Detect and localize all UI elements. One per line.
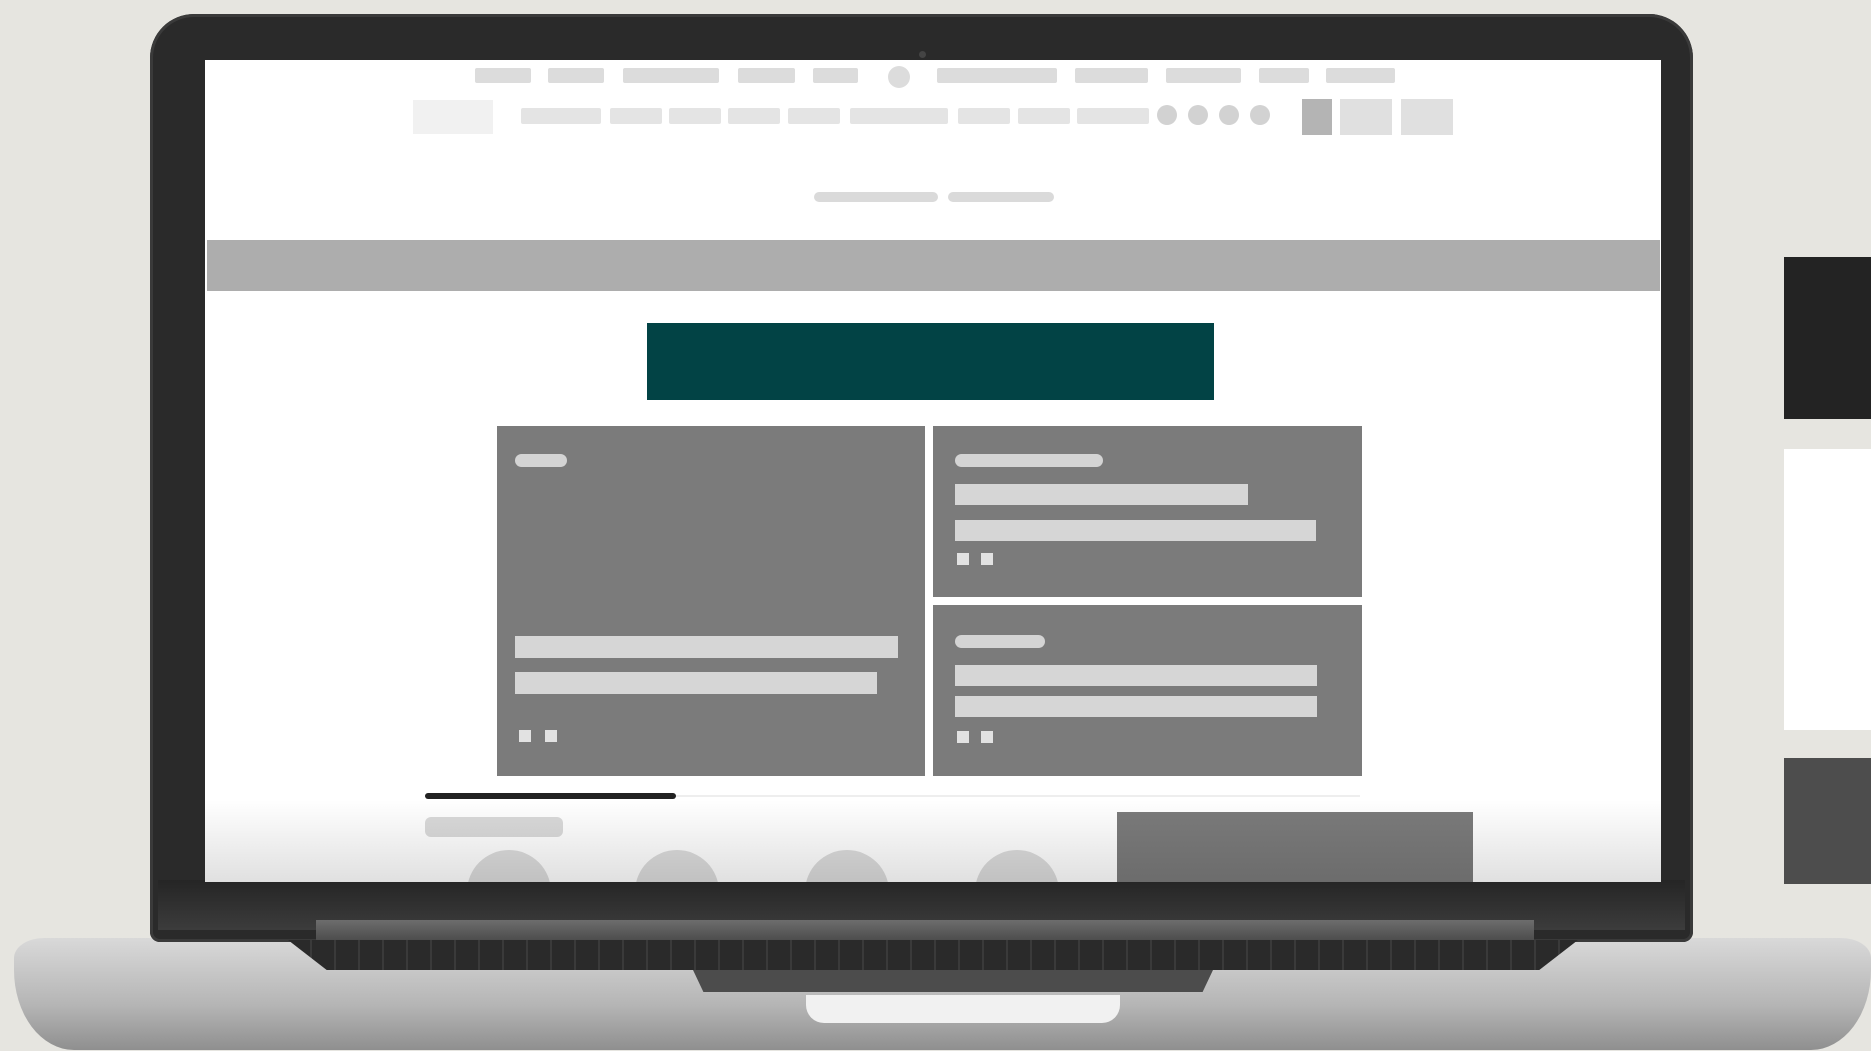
featured-card-large[interactable] [497, 426, 925, 776]
category-circle[interactable] [805, 850, 889, 882]
top-nav-link[interactable] [1259, 68, 1309, 83]
laptop-hinge [316, 920, 1534, 942]
swatch-white [1784, 449, 1871, 730]
social-icon[interactable] [1250, 105, 1270, 125]
card-tag [955, 635, 1045, 648]
laptop-trackpad [693, 970, 1213, 992]
webcam [919, 51, 926, 58]
section-label [425, 817, 563, 837]
search-icon[interactable] [1340, 99, 1392, 135]
top-nav-link[interactable] [937, 68, 1057, 83]
promo-band[interactable] [207, 240, 1660, 291]
social-icon[interactable] [1157, 105, 1177, 125]
card-tag [515, 454, 567, 467]
card-title-line [955, 484, 1248, 505]
card-meta-icon [981, 731, 993, 743]
card-title-line [515, 672, 877, 694]
main-nav-link[interactable] [850, 108, 948, 124]
social-icon[interactable] [1219, 105, 1239, 125]
top-nav-link[interactable] [1326, 68, 1395, 83]
page-subheading [948, 192, 1054, 202]
top-nav-link[interactable] [548, 68, 604, 83]
social-icon[interactable] [1188, 105, 1208, 125]
card-title-line [955, 696, 1317, 717]
main-nav-link[interactable] [669, 108, 721, 124]
card-meta-icon [519, 730, 531, 742]
laptop-notch [806, 995, 1120, 1023]
main-nav-link[interactable] [521, 108, 601, 124]
main-nav-link[interactable] [1018, 108, 1070, 124]
website-screen [205, 60, 1661, 882]
category-circle[interactable] [635, 850, 719, 882]
card-title-line [515, 636, 898, 658]
laptop-keyboard [288, 940, 1578, 970]
top-nav-link[interactable] [475, 68, 531, 83]
top-nav-link[interactable] [1166, 68, 1241, 83]
swatch-dark-gray [1784, 758, 1871, 884]
card-tag [955, 454, 1103, 467]
category-circle[interactable] [975, 850, 1059, 882]
page-heading [814, 192, 938, 202]
card-meta-icon [981, 553, 993, 565]
main-nav-link[interactable] [788, 108, 840, 124]
main-nav-link[interactable] [610, 108, 662, 124]
cart-icon[interactable] [1401, 99, 1453, 135]
side-panel[interactable] [1117, 812, 1473, 882]
card-title-line [955, 520, 1316, 541]
featured-card-top[interactable] [933, 426, 1362, 597]
main-nav-link[interactable] [1077, 108, 1149, 124]
tab-active-indicator[interactable] [425, 793, 676, 799]
card-meta-icon [545, 730, 557, 742]
main-nav-link[interactable] [728, 108, 780, 124]
card-title-line [955, 665, 1317, 686]
top-nav-link[interactable] [623, 68, 719, 83]
top-nav-link[interactable] [1075, 68, 1148, 83]
card-meta-icon [957, 731, 969, 743]
site-logo[interactable] [413, 100, 493, 134]
circle-icon[interactable] [888, 66, 910, 88]
featured-card-bottom[interactable] [933, 605, 1362, 776]
hero-banner[interactable] [647, 323, 1214, 400]
card-meta-icon [957, 553, 969, 565]
swatch-black [1784, 257, 1871, 419]
top-nav-link[interactable] [738, 68, 795, 83]
main-nav-link[interactable] [958, 108, 1010, 124]
category-circle[interactable] [467, 850, 551, 882]
top-nav-link[interactable] [813, 68, 858, 83]
account-icon[interactable] [1302, 99, 1332, 135]
